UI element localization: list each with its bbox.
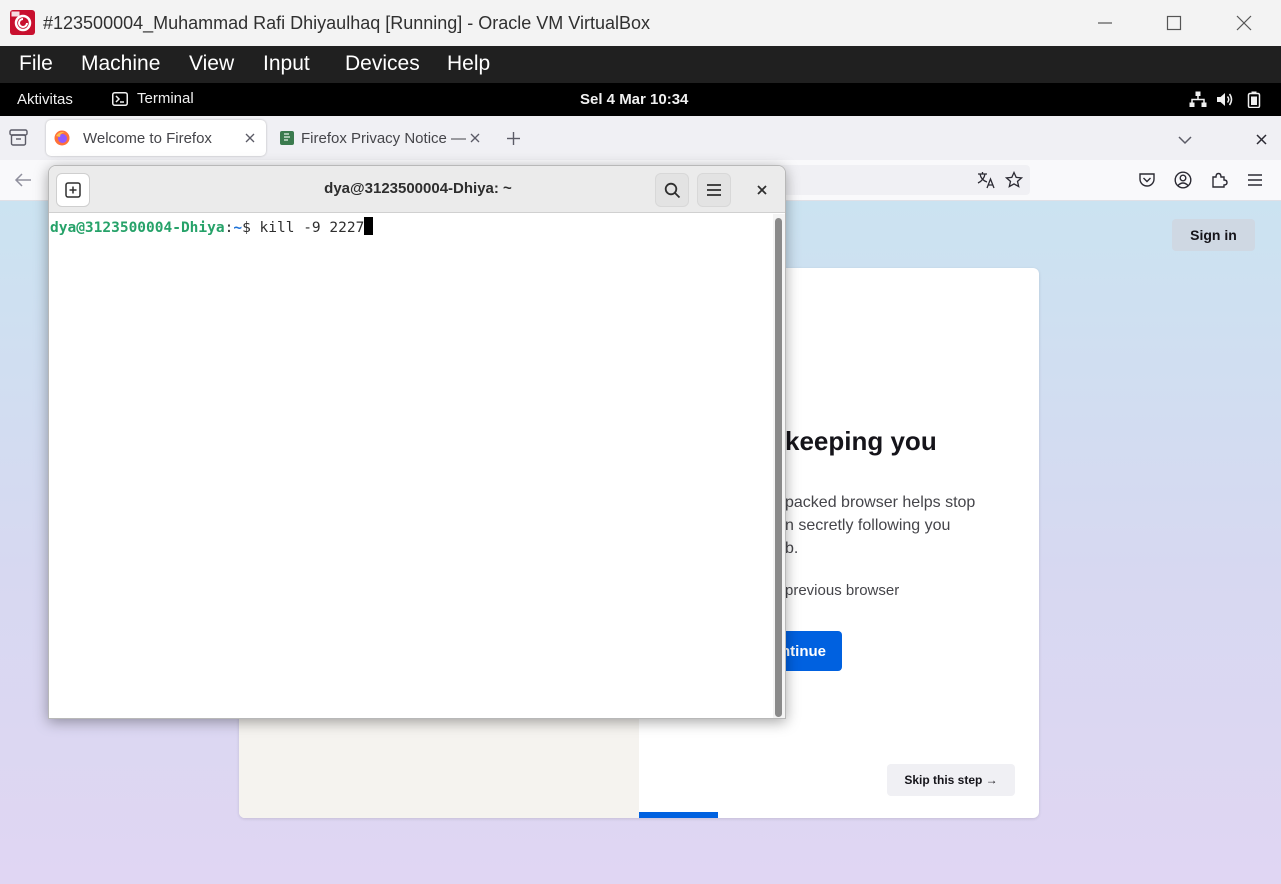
firefox-view-icon	[9, 129, 28, 146]
volume-icon[interactable]	[1216, 91, 1234, 113]
document-icon	[280, 131, 294, 145]
hamburger-menu-button[interactable]	[697, 173, 731, 207]
app-menu-label: Terminal	[137, 90, 194, 107]
maximize-button[interactable]	[1139, 0, 1209, 46]
chevron-down-icon	[1178, 136, 1192, 145]
minimize-icon	[1098, 22, 1112, 24]
onboarding-progress-bar	[639, 812, 718, 818]
bookmark-star-icon[interactable]	[1004, 170, 1024, 194]
firefox-logo-icon	[54, 130, 70, 146]
onboarding-body-line: b.	[785, 540, 799, 557]
skip-step-button[interactable]: Skip this step →	[887, 764, 1015, 796]
close-tab-icon[interactable]	[469, 132, 481, 144]
sign-in-button[interactable]: Sign in	[1172, 219, 1255, 251]
tab-label: Welcome to Firefox	[83, 129, 212, 147]
onboarding-body-line: n secretly following you	[785, 517, 951, 534]
list-tabs-button[interactable]	[1178, 132, 1192, 150]
new-tab-button[interactable]	[506, 131, 521, 151]
close-tab-icon[interactable]	[244, 132, 256, 144]
prompt-symbol: $	[242, 220, 260, 236]
terminal-body[interactable]	[49, 213, 785, 718]
terminal-command: kill -9 2227	[259, 220, 365, 236]
app-menu-terminal[interactable]: Terminal	[112, 90, 194, 107]
menu-input[interactable]: Input	[263, 52, 310, 76]
tab-welcome-to-firefox[interactable]: Welcome to Firefox	[46, 120, 266, 156]
menu-help[interactable]: Help	[447, 52, 490, 76]
translate-icon[interactable]	[977, 171, 995, 194]
onboarding-heading: keeping you	[785, 426, 937, 456]
prompt-path: ~	[233, 220, 243, 236]
back-button[interactable]	[14, 172, 32, 193]
network-icon[interactable]	[1189, 91, 1207, 113]
close-icon	[757, 185, 767, 195]
search-icon	[664, 182, 680, 198]
terminal-icon	[112, 91, 128, 106]
close-window-button[interactable]	[1209, 0, 1279, 46]
maximize-icon	[1166, 15, 1182, 31]
terminal-scrollbar-thumb[interactable]	[775, 218, 782, 717]
prompt-user: dya@3123500004-Dhiya	[50, 220, 225, 236]
tab-privacy-notice[interactable]: Firefox Privacy Notice — |	[272, 120, 490, 156]
search-button[interactable]	[655, 173, 689, 207]
close-icon	[1236, 15, 1252, 31]
text-cursor	[364, 217, 374, 235]
app-menu-icon[interactable]	[1247, 172, 1263, 193]
arrow-left-icon	[14, 173, 31, 187]
menu-machine[interactable]: Machine	[81, 52, 160, 76]
window-title: #123500004_Muhammad Rafi Dhiyaulhaq [Run…	[43, 13, 651, 33]
close-firefox-button[interactable]	[1256, 132, 1267, 150]
virtualbox-icon	[10, 10, 35, 35]
terminal-window: dya@3123500004-Dhiya: ~ dya@3123500004-D…	[48, 165, 786, 719]
extensions-icon[interactable]	[1210, 171, 1228, 194]
onboarding-body-line: packed browser helps stop	[785, 494, 976, 511]
battery-icon[interactable]	[1247, 91, 1261, 113]
import-browser-text: previous browser	[785, 582, 900, 599]
hamburger-icon	[707, 184, 721, 196]
tab-label: Firefox Privacy Notice — |	[301, 129, 469, 147]
clock[interactable]: Sel 4 Mar 10:34	[580, 91, 688, 108]
plus-icon	[507, 132, 520, 145]
close-terminal-button[interactable]	[749, 181, 775, 199]
minimize-button[interactable]	[1070, 0, 1140, 46]
menu-view[interactable]: View	[189, 52, 234, 76]
activities-button[interactable]: Aktivitas	[17, 91, 73, 108]
menu-file[interactable]: File	[19, 52, 53, 76]
firefox-view-button[interactable]	[9, 129, 28, 151]
pocket-icon[interactable]	[1138, 171, 1156, 194]
account-icon[interactable]	[1174, 171, 1192, 194]
menu-devices[interactable]: Devices	[345, 52, 420, 76]
terminal-command-line[interactable]: dya@3123500004-Dhiya:~$ kill -9 2227	[50, 217, 374, 236]
close-icon	[1256, 134, 1267, 145]
